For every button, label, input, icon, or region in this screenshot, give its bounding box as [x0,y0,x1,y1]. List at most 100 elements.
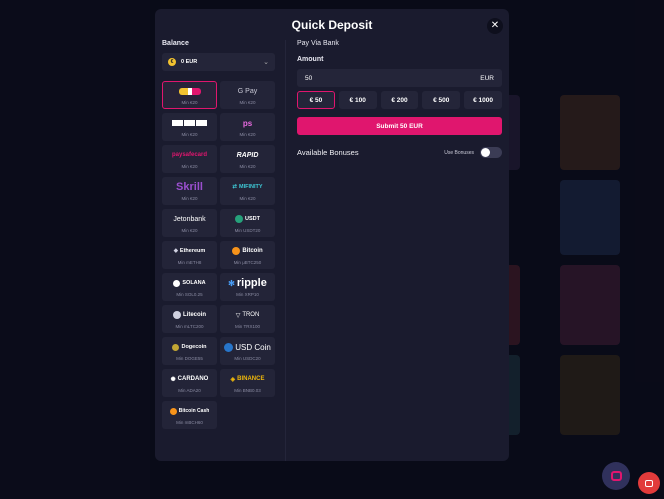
bitcoin-cash-logo-text: Bitcoin Cash [178,408,210,414]
payment-method-min: Min DOGE55 [176,356,203,361]
ripple-logo-text: ripple [236,277,267,289]
bitcoin-logo-text: Bitcoin [242,248,263,254]
mifinity-logo-icon: ⇄ MIFINITY [232,184,263,190]
tron-logo-text: TRON [242,312,260,318]
payment-method-column: Balance € 0 EUR ⌄ Min €20 G Pay Min €20 [162,40,275,429]
pay-via-label: Pay Via Bank [297,40,339,47]
google-pay-logo-icon: G Pay [238,85,257,97]
quick-amount-200[interactable]: € 200 [380,91,419,109]
payment-method-solana[interactable]: SOLANA Min SOL0.25 [162,273,217,301]
solana-logo-icon: SOLANA [173,277,206,289]
usdt-logo-text: USDT [245,216,260,222]
amount-input[interactable]: 50 EUR [297,69,502,87]
usdt-logo-icon: USDT [235,213,260,225]
ripple-logo-icon: ✻ ripple [228,277,267,289]
card-logos-icon [172,117,207,129]
payment-method-min: Min €20 [239,100,256,105]
litecoin-logo-icon: Litecoin [172,309,206,321]
cardano-logo-text: CARDANO [177,376,209,382]
rapid-logo-icon: RAPID [237,149,259,161]
payment-method-min: Min ADA20 [178,388,201,393]
binance-logo-text: BINANCE [237,376,265,382]
bitcoin-logo-icon: Bitcoin [232,245,263,257]
available-bonuses-label: Available Bonuses [297,148,359,157]
payment-method-min: Min μBTC250 [233,260,262,265]
payment-method-min: Min €20 [181,228,198,233]
payment-method-cardano[interactable]: ✺ CARDANO Min ADA20 [162,369,217,397]
payment-method-min: Min mETH8 [177,260,202,265]
payment-method-jetonbank[interactable]: Jetonbank Min €20 [162,209,217,237]
euro-coin-icon: € [168,58,176,66]
payment-method-mifinity[interactable]: ⇄ MIFINITY Min €20 [220,177,275,205]
ps-logo-text: ps [242,118,253,128]
quick-amount-row: € 50 € 100 € 200 € 500 € 1000 [297,91,502,109]
payment-method-min: Min €20 [181,100,198,105]
quick-amount-100[interactable]: € 100 [338,91,377,109]
ps-logo-icon: ps [243,117,252,129]
payment-method-google-pay[interactable]: G Pay Min €20 [220,81,275,109]
jetonbank-logo-icon: Jetonbank [173,213,205,225]
submit-button[interactable]: Submit 50 EUR [297,117,502,135]
payment-method-rapid[interactable]: RAPID Min €20 [220,145,275,173]
payment-method-ripple[interactable]: ✻ ripple Min XRP10 [220,273,275,301]
payment-method-min: Min XRP10 [236,292,259,297]
rapid-logo-text: RAPID [236,151,259,159]
notification-button[interactable] [638,472,660,494]
quick-amount-50[interactable]: € 50 [297,91,335,109]
mifinity-logo-text: MIFINITY [239,184,263,190]
payment-method-bitcoin[interactable]: Bitcoin Min μBTC250 [220,241,275,269]
binance-logo-icon: ◈ BINANCE [230,376,265,383]
payment-method-paysafecard[interactable]: paysafecard Min €20 [162,145,217,173]
usd-coin-logo-text: USD Coin [235,342,271,352]
payment-method-min: Min BNB0.03 [234,388,261,393]
balance-select[interactable]: € 0 EUR ⌄ [162,53,275,71]
balance-value: 0 EUR [181,59,198,65]
paysafecard-logo-text: paysafecard [171,152,208,158]
payment-method-min: Min USDT20 [234,228,261,233]
chat-button[interactable] [602,462,630,490]
use-bonuses-toggle[interactable] [480,147,502,158]
payment-method-skrill-1tap[interactable]: Min €20 [162,81,217,109]
payment-method-min: Min €20 [181,132,198,137]
quick-amount-1000[interactable]: € 1000 [464,91,502,109]
payment-method-skrill[interactable]: Skrill Min €20 [162,177,217,205]
solana-logo-text: SOLANA [182,280,206,286]
payment-method-min: Min mLTC200 [175,324,204,329]
payment-method-bitcoin-cash[interactable]: Bitcoin Cash Min mBCH60 [162,401,217,429]
payment-method-min: Min mBCH60 [176,420,203,425]
notification-icon [645,479,653,487]
payment-method-cards[interactable]: Min €20 [162,113,217,141]
quick-amount-500[interactable]: € 500 [422,91,461,109]
payment-method-ethereum[interactable]: ◆ Ethereum Min mETH8 [162,241,217,269]
skrill-1tap-logo-icon [178,85,201,97]
use-bonuses-label: Use Bonuses [444,149,474,156]
cardano-logo-icon: ✺ CARDANO [170,376,209,383]
payment-method-min: Min TRX100 [235,324,260,329]
modal-title: Quick Deposit [291,18,373,32]
jetonbank-logo-text: Jetonbank [173,215,206,223]
payment-method-min: Min USDC20 [234,356,261,361]
amount-label: Amount [297,56,324,63]
payment-method-dogecoin[interactable]: Dogecoin Min DOGE55 [162,337,217,365]
payment-method-litecoin[interactable]: Litecoin Min mLTC200 [162,305,217,333]
payment-method-min: Min €20 [239,132,256,137]
payment-method-min: Min €20 [239,164,256,169]
usd-coin-logo-icon: USD Coin [224,341,271,353]
payment-method-min: Min €20 [181,164,198,169]
payment-method-binance[interactable]: ◈ BINANCE Min BNB0.03 [220,369,275,397]
ethereum-logo-text: Ethereum [179,248,206,254]
chevron-down-icon: ⌄ [263,59,269,66]
payment-method-grid: Min €20 G Pay Min €20 Min €20 ps Min €20… [162,81,275,429]
quick-deposit-modal: Quick Deposit ✕ Balance € 0 EUR ⌄ Min €2… [155,9,509,461]
skrill-logo-text: Skrill [176,181,203,193]
column-divider [285,40,286,461]
toggle-knob [481,148,490,157]
deposit-form: Pay Via Bank Amount 50 EUR € 50 € 100 € … [297,40,502,158]
payment-method-tron[interactable]: ▽ TRON Min TRX100 [220,305,275,333]
payment-method-usd-coin[interactable]: USD Coin Min USDC20 [220,337,275,365]
bonus-row: Available Bonuses Use Bonuses [297,147,502,158]
payment-method-ps[interactable]: ps Min €20 [220,113,275,141]
payment-method-usdt[interactable]: USDT Min USDT20 [220,209,275,237]
close-icon[interactable]: ✕ [487,18,503,34]
payment-method-min: Min SOL0.25 [176,292,203,297]
